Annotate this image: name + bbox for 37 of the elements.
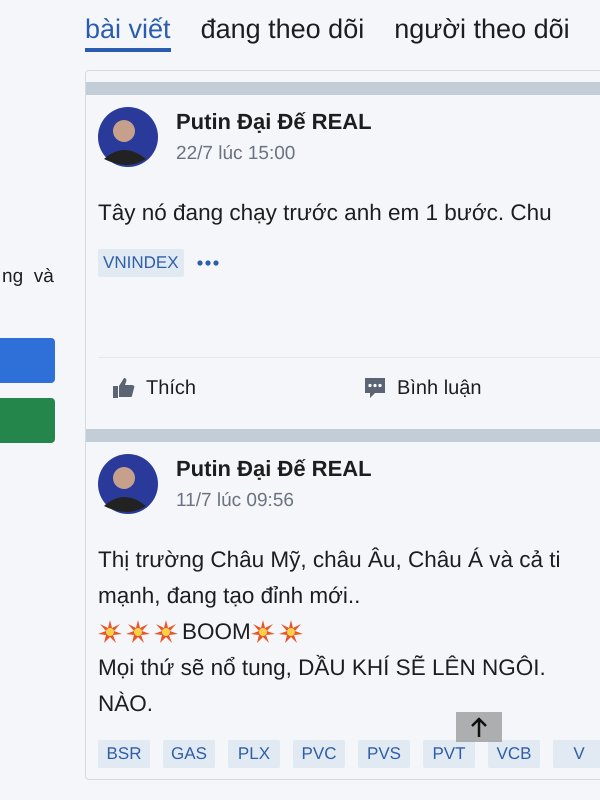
like-button[interactable]: Thích: [98, 376, 349, 400]
stock-tag[interactable]: PVC: [293, 740, 345, 768]
scroll-top-button[interactable]: [456, 712, 502, 742]
stock-tag[interactable]: PVT: [423, 740, 475, 768]
stock-tag[interactable]: BSR: [98, 740, 150, 768]
explosion-icon: [98, 620, 122, 644]
more-icon[interactable]: [196, 260, 219, 266]
post-text: BOOM: [182, 619, 251, 645]
stock-tag[interactable]: VCB: [488, 740, 540, 768]
author-name[interactable]: Putin Đại Đế REAL: [176, 109, 372, 135]
author-name[interactable]: Putin Đại Đế REAL: [176, 456, 372, 482]
post-time: 11/7 lúc 09:56: [176, 490, 295, 512]
explosion-icon: [278, 620, 303, 644]
post-text: NÀO.: [98, 691, 154, 717]
explosion-icon: [126, 620, 150, 644]
post-text: Tây nó đang chạy trước anh em 1 bước. Chu: [98, 200, 552, 226]
post-text: Mọi thứ sẽ nổ tung, DẦU KHÍ SẼ LÊN NGÔI.: [98, 655, 546, 681]
thumbs-up-icon: [112, 376, 136, 400]
explosion-icon: [250, 620, 275, 644]
avatar-icon: [98, 107, 158, 167]
tab[interactable]: bài viết: [85, 14, 171, 52]
arrow-up-icon: [469, 716, 489, 738]
stock-tag[interactable]: V: [553, 740, 600, 768]
post-text: mạnh, đang tạo đỉnh mới..: [98, 583, 360, 609]
tab[interactable]: đang theo dõi: [200, 14, 364, 52]
avatar-icon: [98, 454, 158, 514]
stock-tag[interactable]: PLX: [228, 740, 280, 768]
stock-tag[interactable]: VNINDEX: [98, 249, 184, 277]
stock-tag[interactable]: PVS: [358, 740, 410, 768]
comment-icon: [363, 376, 387, 400]
post-text: Thị trường Châu Mỹ, châu Âu, Châu Á và cả ti: [98, 547, 561, 573]
comment-button[interactable]: Bình luận: [349, 376, 600, 400]
explosion-icon: [154, 620, 178, 644]
post-time: 22/7 lúc 15:00: [176, 143, 296, 165]
stock-tag[interactable]: GAS: [163, 740, 215, 768]
tab[interactable]: người theo dõi: [394, 14, 570, 52]
side-text: ng và: [2, 266, 54, 288]
